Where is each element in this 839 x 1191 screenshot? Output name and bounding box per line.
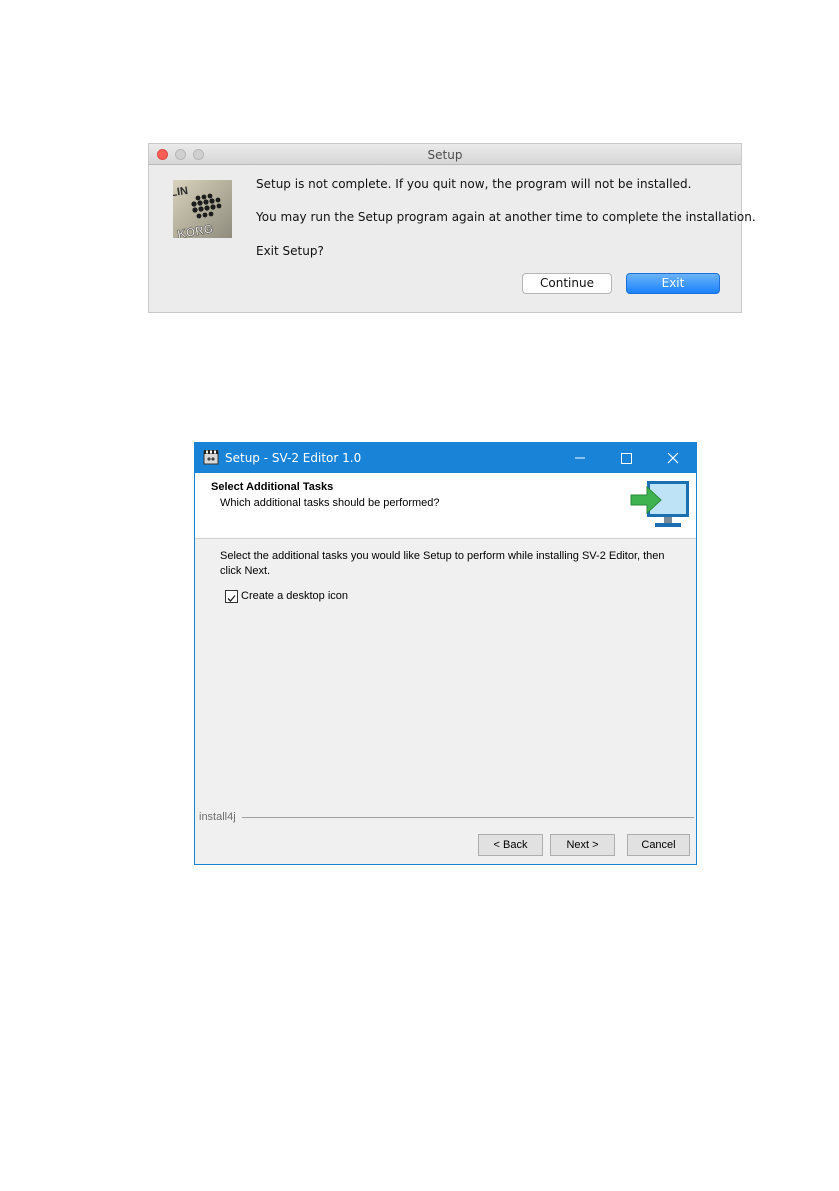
window-titlebar[interactable]: Setup - SV-2 Editor 1.0 — [195, 443, 696, 473]
svg-text:LIN: LIN — [173, 185, 189, 199]
desktop-icon-checkbox[interactable] — [225, 590, 238, 603]
back-button[interactable]: < Back — [478, 834, 543, 856]
cancel-button[interactable]: Cancel — [627, 834, 690, 856]
install-to-computer-icon — [629, 479, 691, 533]
minimize-icon — [575, 457, 585, 459]
setup-wizard-window: Setup - SV-2 Editor 1.0 Select Additiona… — [194, 442, 697, 865]
installer-brand: install4j — [199, 811, 236, 823]
minimize-button[interactable] — [557, 443, 603, 473]
checkmark-icon — [227, 595, 236, 602]
page-title: Select Additional Tasks — [211, 481, 334, 493]
close-icon — [667, 452, 679, 464]
task-description: Select the additional tasks you would li… — [220, 550, 665, 577]
setup-exit-dialog: Setup LIN KORG Setup is not complete. If… — [148, 143, 756, 313]
dialog-detail: You may run the Setup program again at a… — [256, 210, 756, 224]
continue-button[interactable]: Continue — [522, 273, 612, 294]
korg-logo-icon: LIN KORG — [173, 180, 232, 238]
korg-logo-text: KORG — [176, 221, 214, 238]
maximize-icon — [621, 453, 632, 464]
dialog-question: Exit Setup? — [256, 244, 324, 258]
dialog-message: Setup is not complete. If you quit now, … — [256, 177, 692, 191]
exit-button[interactable]: Exit — [626, 273, 720, 294]
dialog-title: Setup — [427, 148, 463, 162]
wizard-header: Select Additional Tasks Which additional… — [195, 473, 696, 539]
window-title: Setup - SV-2 Editor 1.0 — [225, 451, 362, 465]
close-button[interactable] — [650, 443, 696, 473]
next-button[interactable]: Next > — [550, 834, 615, 856]
installer-app-icon — [203, 449, 220, 466]
maximize-button[interactable] — [603, 443, 649, 473]
page-subtitle: Which additional tasks should be perform… — [220, 497, 440, 509]
desktop-icon-label[interactable]: Create a desktop icon — [241, 590, 348, 602]
footer-divider — [242, 817, 694, 818]
dialog-titlebar[interactable]: Setup — [149, 144, 741, 165]
